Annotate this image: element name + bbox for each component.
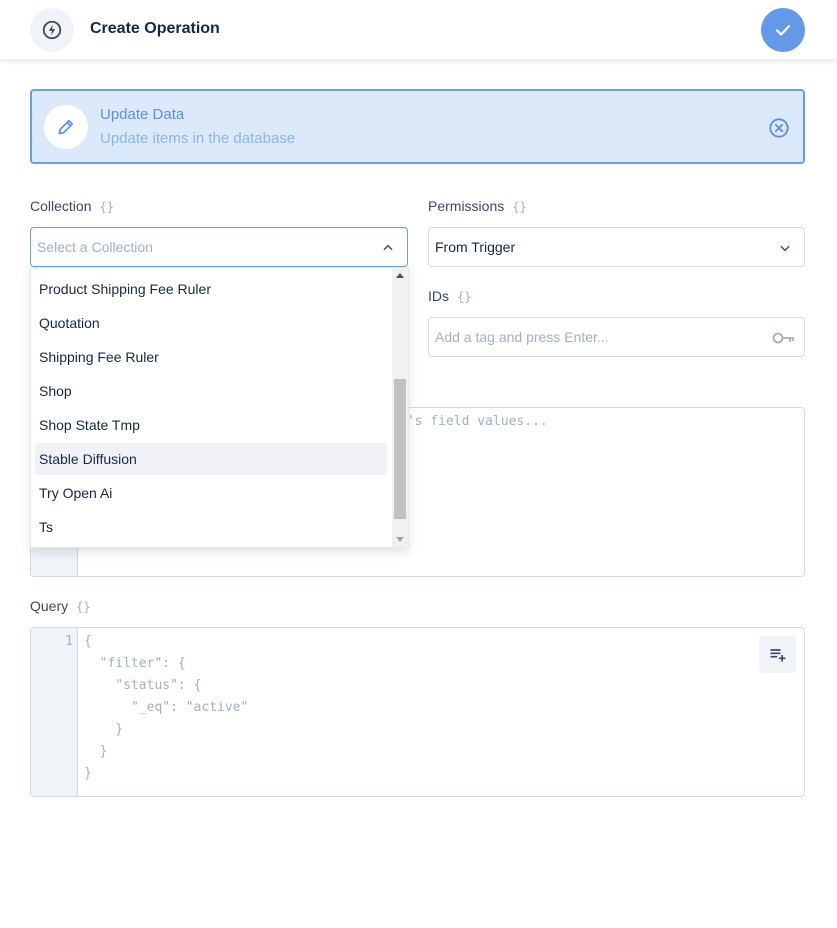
permissions-value: From Trigger <box>435 239 516 255</box>
collection-placeholder: Select a Collection <box>37 239 153 255</box>
operation-title: Update Data <box>100 106 185 123</box>
permissions-label: Permissions {} <box>428 198 527 214</box>
query-editor[interactable]: 1 { "filter": { "status": { "_eq": "acti… <box>30 627 805 797</box>
confirm-button[interactable] <box>761 8 805 52</box>
operation-card: Update Data Update items in the database <box>30 89 805 164</box>
key-icon <box>772 332 794 344</box>
collection-option[interactable]: Try Open Ai <box>35 477 387 509</box>
collection-variable-braces[interactable]: {} <box>99 200 113 214</box>
collection-option[interactable]: Shop State Tmp <box>35 409 387 441</box>
operation-subtitle: Update items in the database <box>100 130 296 147</box>
ids-placeholder: Add a tag and press Enter... <box>435 329 609 345</box>
permissions-label-text: Permissions <box>428 198 505 214</box>
collection-option[interactable]: Quotation <box>35 307 387 339</box>
ids-variable-braces[interactable]: {} <box>457 290 471 304</box>
collection-option[interactable]: Shipping Fee Ruler <box>35 341 387 373</box>
scrollbar-thumb[interactable] <box>394 379 406 520</box>
scroll-up-arrow[interactable] <box>396 273 404 278</box>
permissions-select[interactable]: From Trigger <box>428 227 805 267</box>
query-label-text: Query <box>30 598 69 614</box>
playlist-add-icon <box>770 648 785 662</box>
format-button[interactable] <box>759 636 796 673</box>
collection-option[interactable]: Ts <box>35 511 387 543</box>
header-bar: Create Operation <box>0 0 837 60</box>
ids-label-text: IDs <box>428 288 449 304</box>
collection-select[interactable]: Select a Collection <box>30 227 408 267</box>
collection-option[interactable]: Shop <box>35 375 387 407</box>
collection-option[interactable]: Product Shipping Fee Ruler <box>35 273 387 305</box>
scroll-down-arrow[interactable] <box>396 537 404 542</box>
check-icon <box>775 25 791 36</box>
dropdown-scrollbar[interactable] <box>392 268 408 547</box>
query-variable-braces[interactable]: {} <box>76 600 90 614</box>
pencil-icon <box>44 105 88 149</box>
bolt-icon <box>30 8 74 52</box>
collection-label: Collection {} <box>30 198 114 214</box>
query-label: Query {} <box>30 598 91 614</box>
chevron-down-icon <box>780 245 790 252</box>
chevron-up-icon <box>383 244 393 251</box>
ids-tag-input[interactable]: Add a tag and press Enter... <box>428 317 805 357</box>
line-number: 1 <box>65 634 73 649</box>
page-title: Create Operation <box>90 20 220 37</box>
collection-dropdown[interactable]: Product Shipping Fee Ruler Quotation Shipp… <box>30 267 409 548</box>
permissions-variable-braces[interactable]: {} <box>512 200 526 214</box>
query-gutter: 1 <box>31 628 78 796</box>
close-circle-icon[interactable] <box>768 117 790 139</box>
query-code: { "filter": { "status": { "_eq": "active… <box>84 634 249 781</box>
collection-label-text: Collection <box>30 198 92 214</box>
ids-label: IDs {} <box>428 288 471 304</box>
payload-placeholder: m's field values... <box>399 414 548 429</box>
collection-option[interactable]: Stable Diffusion <box>35 443 387 475</box>
